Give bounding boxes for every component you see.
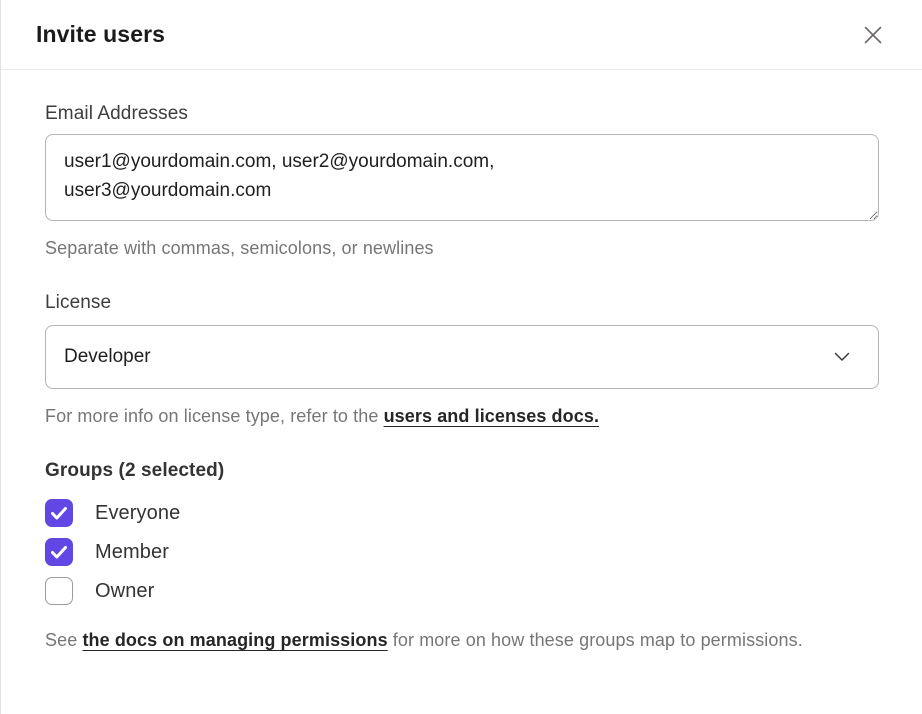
managing-permissions-docs-link[interactable]: the docs on managing permissions [82,630,387,650]
checkmark-icon [51,507,67,520]
everyone-checkbox[interactable] [45,499,73,527]
owner-checkbox[interactable] [45,577,73,605]
email-addresses-input[interactable]: user1@yourdomain.com, user2@yourdomain.c… [45,134,879,221]
everyone-checkbox-label[interactable]: Everyone [95,502,180,525]
groups-footer-note: See the docs on managing permissions for… [45,626,878,655]
invite-users-modal: Invite users Email Addresses user1@yourd… [0,0,922,714]
email-helper-text: Separate with commas, semicolons, or new… [45,234,878,263]
modal-header: Invite users [1,0,922,70]
groups-checkbox-list: Everyone Member Owner [45,499,878,605]
checkmark-icon [51,546,67,559]
group-row-everyone[interactable]: Everyone [45,499,878,527]
groups-footer-suffix: for more on how these groups map to perm… [388,630,803,650]
groups-footer-prefix: See [45,630,82,650]
modal-body: Email Addresses user1@yourdomain.com, us… [1,70,922,655]
users-licenses-docs-link[interactable]: users and licenses docs. [384,406,600,426]
chevron-down-icon [834,352,850,362]
member-checkbox[interactable] [45,538,73,566]
license-label: License [45,292,878,314]
license-select[interactable]: Developer [45,325,879,389]
license-selected-value: Developer [64,346,151,368]
license-helper-text: For more info on license type, refer to … [45,402,878,431]
groups-label: Groups (2 selected) [45,460,878,482]
close-icon [861,23,885,47]
group-row-member[interactable]: Member [45,538,878,566]
member-checkbox-label[interactable]: Member [95,541,169,564]
modal-title: Invite users [36,21,165,48]
close-button[interactable] [857,19,889,51]
email-addresses-label: Email Addresses [45,103,878,125]
owner-checkbox-label[interactable]: Owner [95,580,154,603]
license-helper-prefix: For more info on license type, refer to … [45,406,384,426]
group-row-owner[interactable]: Owner [45,577,878,605]
